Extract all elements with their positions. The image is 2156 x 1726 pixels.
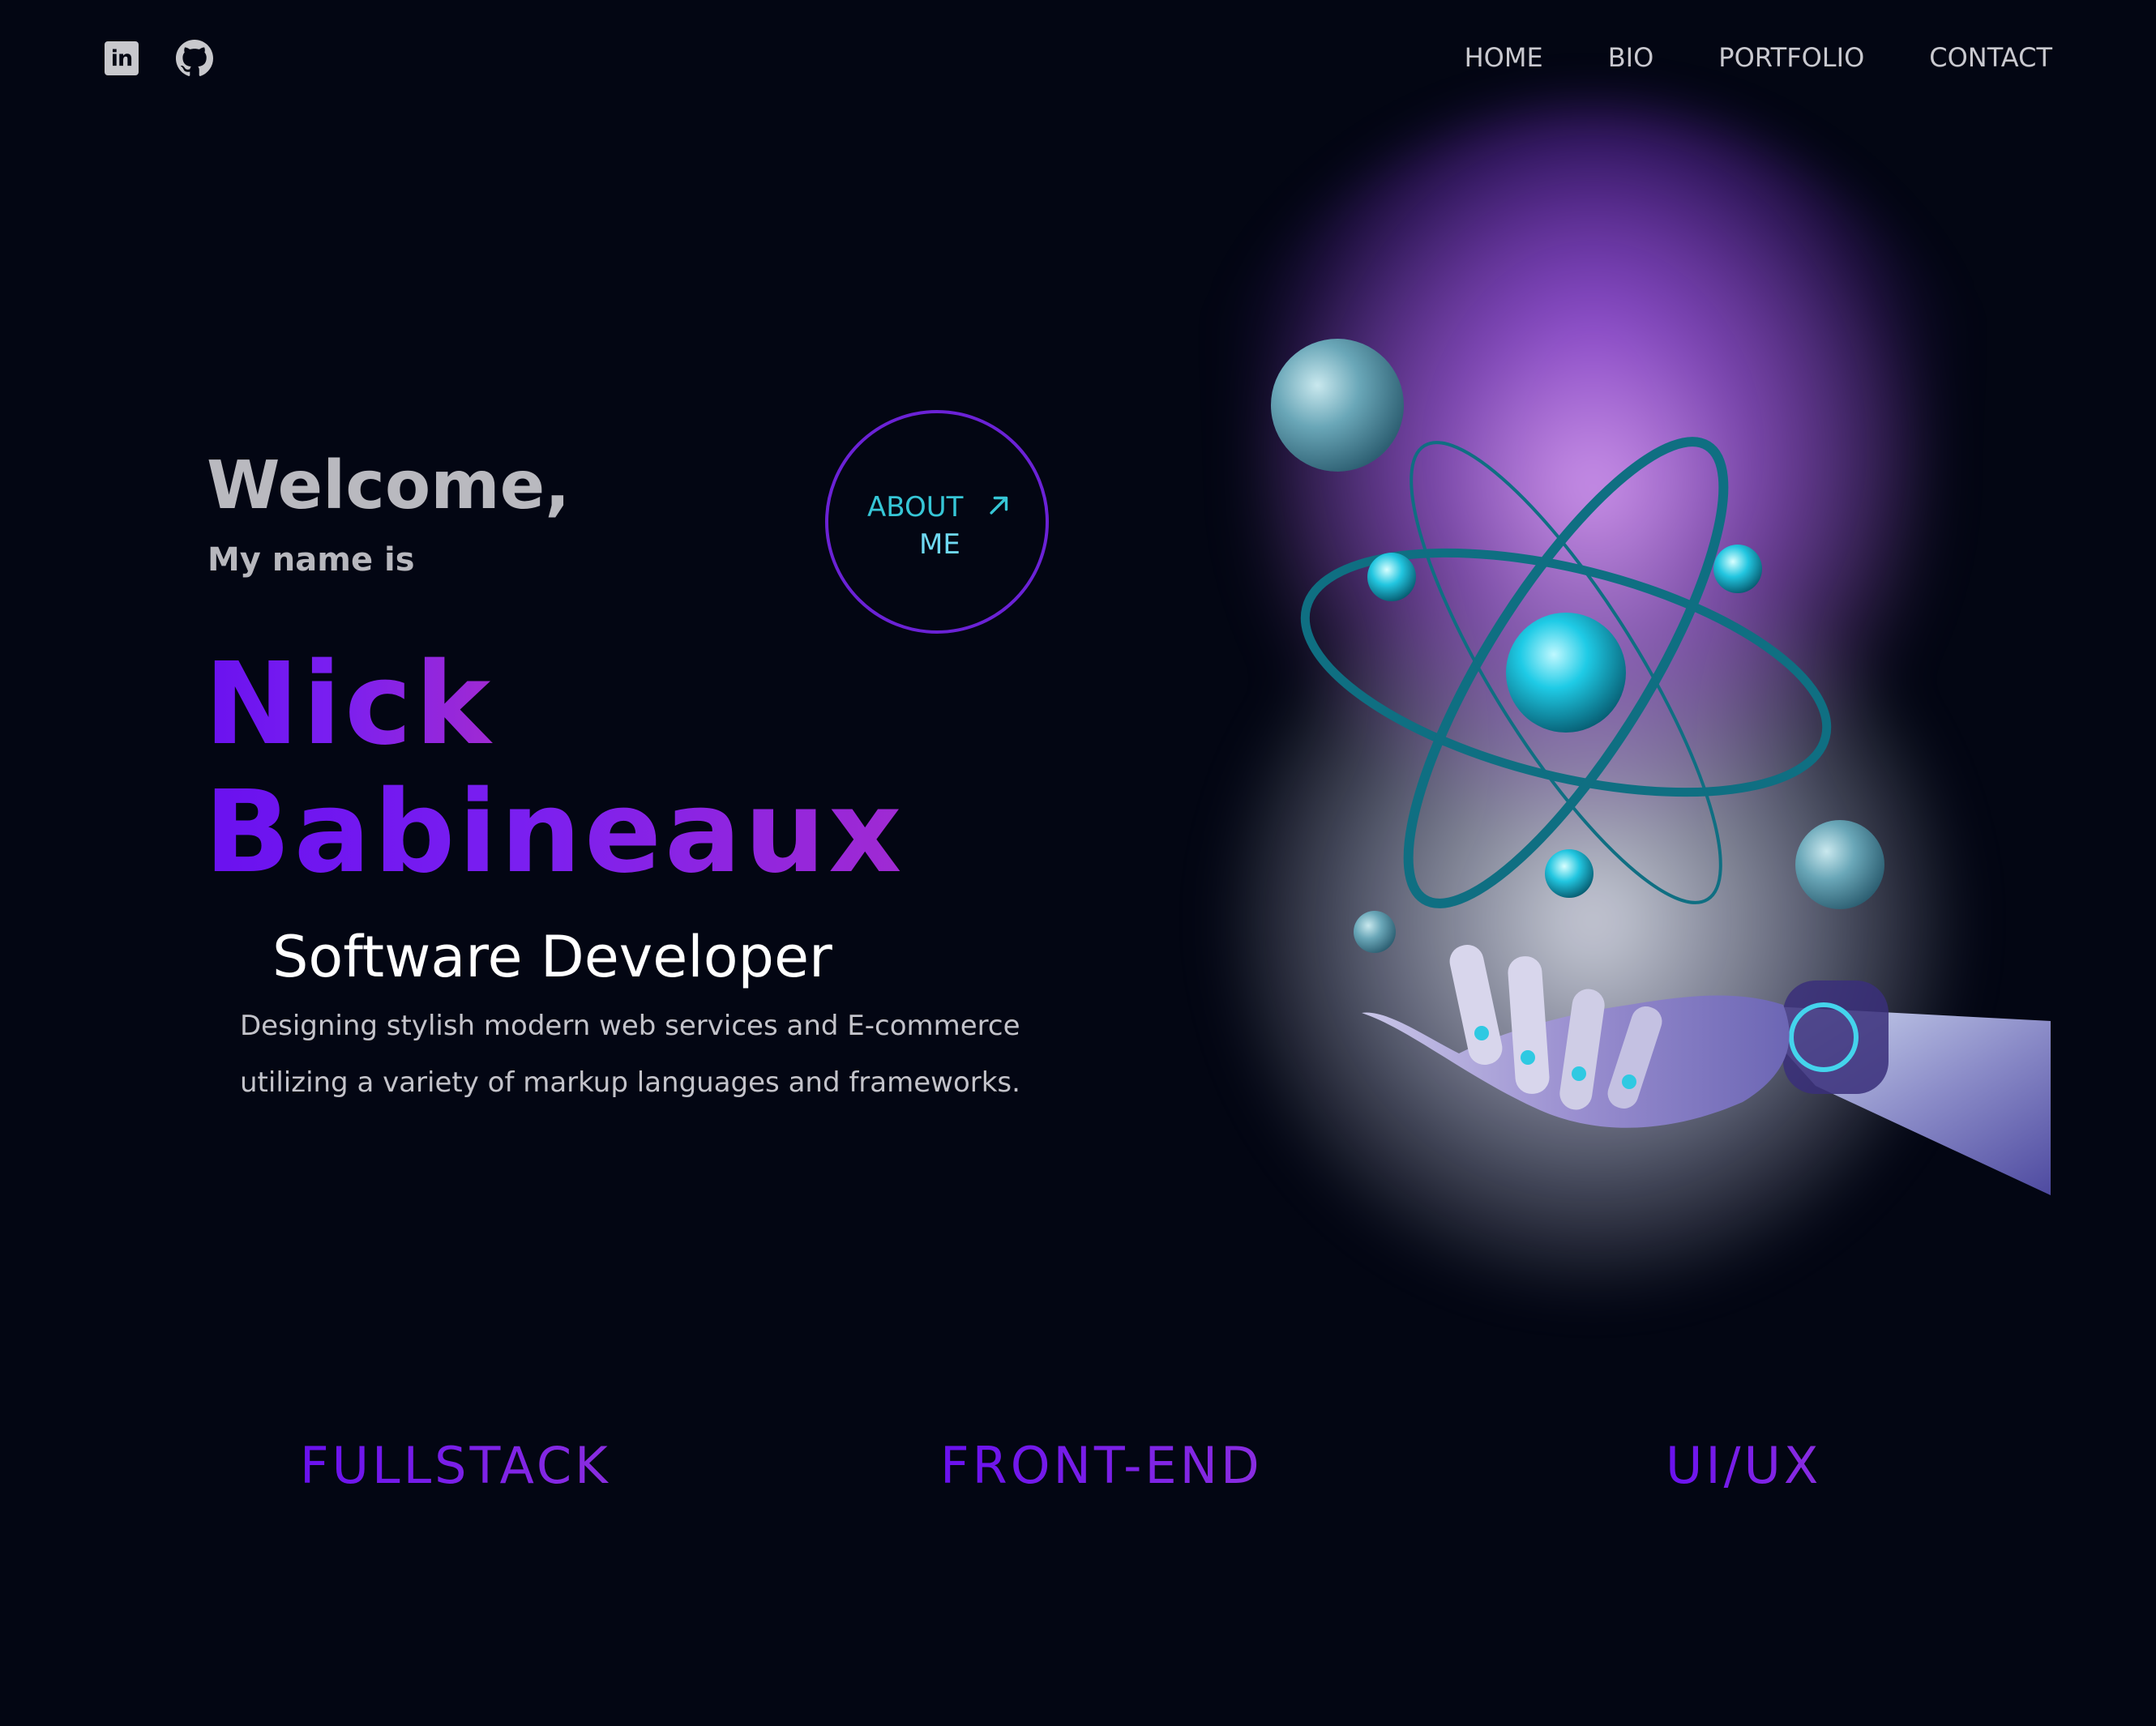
atom-electron: [1713, 545, 1762, 593]
last-name: Babineaux: [204, 767, 905, 899]
github-icon[interactable]: [175, 39, 214, 78]
floating-sphere-right: [1795, 820, 1884, 909]
linkedin-logo-mark: in: [105, 41, 139, 75]
floating-sphere-large: [1271, 339, 1404, 472]
about-me-button[interactable]: ABOUT ME: [825, 410, 1049, 634]
skill-fullstack: FULLSTACK: [300, 1436, 611, 1495]
hero-illustration: [1271, 339, 2051, 1195]
atom-electron: [1545, 849, 1593, 898]
about-me-label-line-2: ME: [919, 528, 960, 561]
atom-nucleus: [1506, 613, 1626, 733]
nav-contact[interactable]: CONTACT: [1929, 42, 2052, 73]
robot-hand-icon: [1362, 944, 2051, 1195]
floating-sphere-small: [1354, 911, 1396, 953]
nav-home[interactable]: HOME: [1465, 42, 1543, 73]
welcome-heading: Welcome,: [207, 447, 571, 524]
skill-ui-ux: UI/UX: [1666, 1436, 1822, 1495]
nav-bio[interactable]: BIO: [1608, 42, 1654, 73]
main-nav: HOME BIO PORTFOLIO CONTACT: [1400, 42, 2052, 73]
my-name-is-label: My name is: [207, 541, 415, 579]
nav-portfolio[interactable]: PORTFOLIO: [1718, 42, 1864, 73]
skill-front-end: FRONT-END: [940, 1436, 1263, 1495]
description-line-1: Designing stylish modern web services an…: [240, 1010, 1020, 1042]
atom-electron: [1367, 553, 1416, 601]
first-name: Nick: [204, 639, 494, 771]
linkedin-icon[interactable]: in: [102, 39, 141, 78]
description-line-2: utilizing a variety of markup languages …: [240, 1066, 1020, 1099]
about-me-label-line-1: ABOUT: [867, 491, 964, 523]
role-title: Software Developer: [272, 924, 832, 990]
github-logo-mark: [176, 40, 213, 76]
arrow-up-right-icon: [990, 496, 1008, 515]
